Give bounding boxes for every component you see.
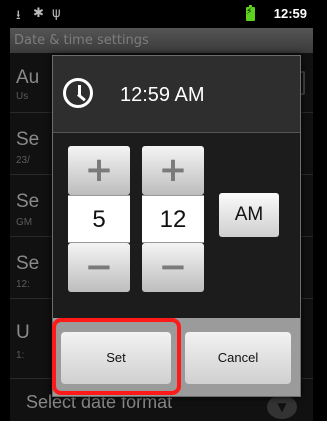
clock-icon [63,78,93,108]
set-button-highlight [52,318,181,395]
list-item-title: Se [16,191,40,212]
screen-bezel-left [0,0,10,421]
status-time: 12:59 [273,6,307,21]
usb-tethering-icon: ψ [52,6,61,21]
page-title: Date & time settings [10,28,313,53]
battery-charging-icon [246,5,255,21]
hour-increment-button[interactable]: + [68,146,130,195]
list-item-title: U [16,322,30,343]
cancel-button[interactable]: Cancel [185,332,291,384]
status-bar: ⭳ ✱ ψ 12:59 [10,0,313,28]
list-item-subtitle: 12: [16,279,30,290]
list-item-subtitle: GM [16,217,33,228]
dialog-title: 12:59 AM [120,84,205,106]
phone-screen: ⭳ ✱ ψ 12:59 Date & time settings Au Us S… [0,0,327,421]
list-item-subtitle: 23/ [16,155,30,166]
minute-increment-button[interactable]: + [142,146,204,195]
date-format-dropdown-icon[interactable]: ▼ [267,395,297,419]
usb-icon: ⭳ [16,8,21,23]
list-item-subtitle: Us [16,91,29,102]
android-debug-icon: ✱ [33,6,44,21]
list-item-subtitle: 1: [16,350,25,361]
screen-bezel-right [313,0,327,421]
am-pm-toggle-button[interactable]: AM [219,193,279,237]
hour-decrement-button[interactable]: − [68,243,130,292]
hour-field[interactable]: 5 [68,195,130,243]
list-item-title: Au [16,67,40,88]
minute-spinner: + 12 − [142,146,204,292]
hour-spinner: + 5 − [68,146,130,292]
minute-field[interactable]: 12 [142,195,204,243]
list-item-title: Se [16,253,40,274]
minute-decrement-button[interactable]: − [142,243,204,292]
list-item-title: Se [16,129,40,150]
dialog-header: 12:59 AM [53,56,300,133]
